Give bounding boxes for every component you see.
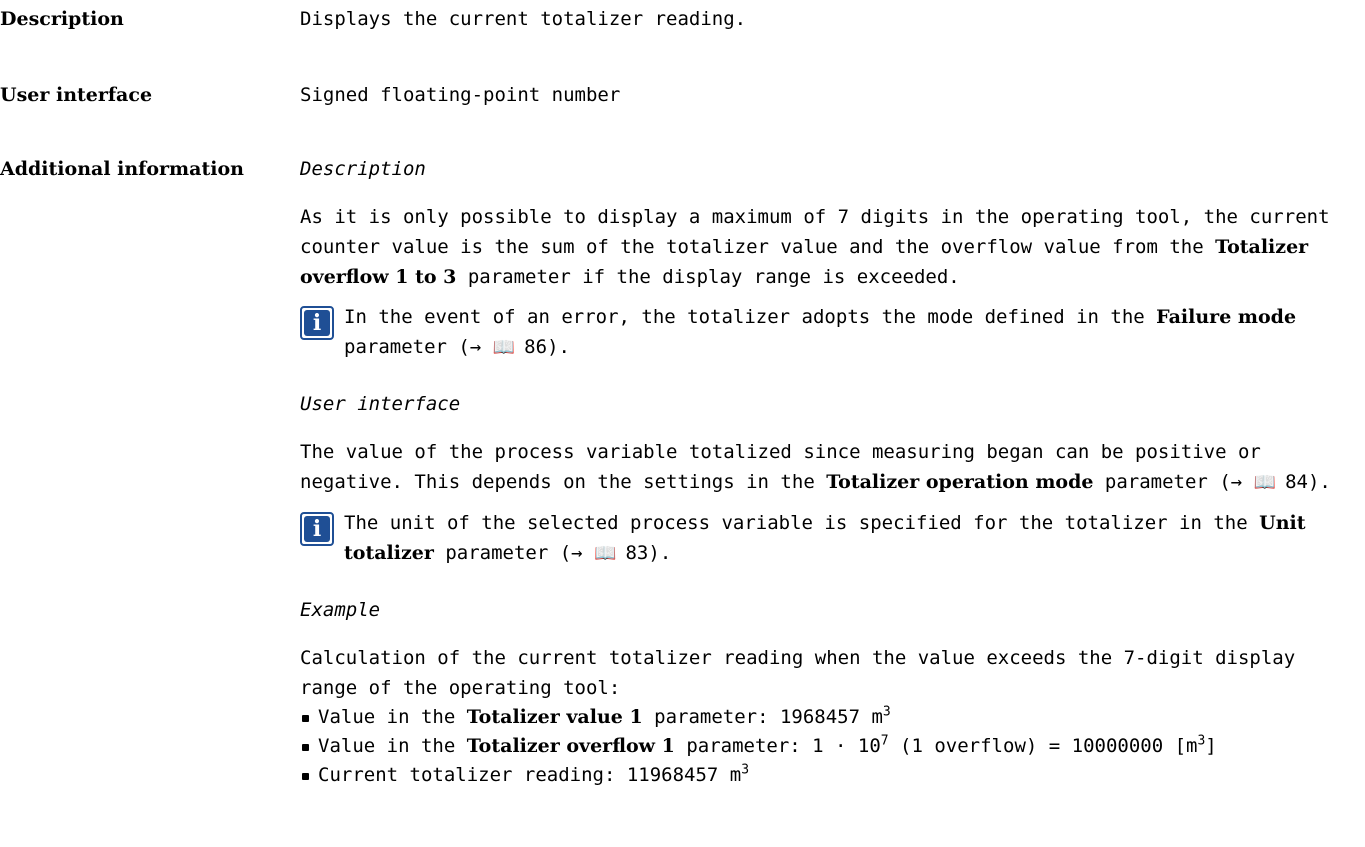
info-icon: i <box>300 306 334 340</box>
list-item: Value in the Totalizer value 1 parameter… <box>300 703 1360 732</box>
info-note-failure-mode: i In the event of an error, the totalize… <box>300 302 1360 363</box>
info-icon: i <box>300 512 334 546</box>
value-user-interface: Signed floating-point number <box>300 84 621 106</box>
value-description: Displays the current totalizer reading. <box>300 8 747 30</box>
label-user-interface: User interface <box>0 84 153 106</box>
info-note-unit-totalizer: i The unit of the selected process varia… <box>300 508 1360 569</box>
section-heading-description: Description <box>300 158 426 180</box>
label-description: Description <box>0 8 124 30</box>
list-item: Value in the Totalizer overflow 1 parame… <box>300 732 1360 761</box>
page-link-86[interactable]: 86 <box>524 336 547 358</box>
list-item: Current totalizer reading: 11968457 m3 <box>300 761 1360 790</box>
section-heading-example: Example <box>300 599 381 621</box>
paragraph-example: Calculation of the current totalizer rea… <box>300 647 1296 699</box>
page-link-84[interactable]: 84 <box>1285 471 1308 493</box>
page-link-83[interactable]: 83 <box>625 542 648 564</box>
page-reference-icon: 📖 <box>594 543 617 564</box>
page-reference-icon: 📖 <box>492 337 516 358</box>
example-list: Value in the Totalizer value 1 parameter… <box>300 703 1360 790</box>
label-additional-information: Additional information <box>0 158 244 180</box>
section-heading-user-interface: User interface <box>300 393 461 415</box>
additional-content: Description As it is only possible to di… <box>300 154 1360 790</box>
paragraph-user-interface: The value of the process variable totali… <box>300 437 1360 498</box>
paragraph-description: As it is only possible to display a maxi… <box>300 206 1330 288</box>
page-reference-icon: 📖 <box>1253 472 1277 493</box>
